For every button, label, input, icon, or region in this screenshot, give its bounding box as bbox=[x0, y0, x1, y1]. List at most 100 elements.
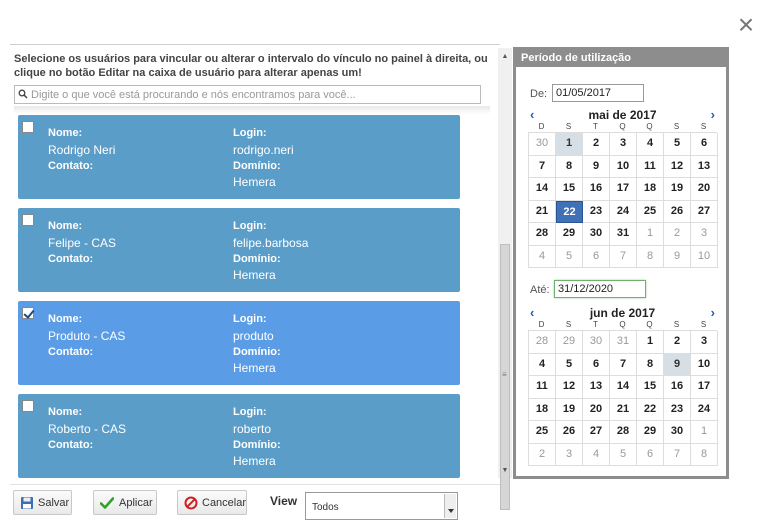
day-cell[interactable]: 29 bbox=[556, 223, 583, 246]
day-cell[interactable]: 13 bbox=[691, 155, 718, 178]
day-cell[interactable]: 24 bbox=[691, 398, 718, 421]
day-cell[interactable]: 7 bbox=[610, 353, 637, 376]
day-cell[interactable]: 31 bbox=[610, 223, 637, 246]
from-date-input[interactable] bbox=[552, 84, 644, 102]
cancel-button[interactable]: Cancelar bbox=[177, 490, 247, 515]
day-cell[interactable]: 30 bbox=[583, 331, 610, 354]
view-select[interactable]: Todos bbox=[305, 492, 458, 520]
day-cell[interactable]: 1 bbox=[691, 421, 718, 444]
day-cell[interactable]: 2 bbox=[664, 331, 691, 354]
save-button[interactable]: Salvar bbox=[13, 490, 72, 515]
day-cell[interactable]: 5 bbox=[556, 245, 583, 268]
day-cell[interactable]: 17 bbox=[610, 178, 637, 201]
day-cell[interactable]: 12 bbox=[556, 376, 583, 399]
day-cell[interactable]: 23 bbox=[583, 200, 610, 223]
day-cell[interactable]: 7 bbox=[529, 155, 556, 178]
prev-month-icon[interactable]: ‹ bbox=[530, 306, 534, 319]
day-cell[interactable]: 10 bbox=[691, 245, 718, 268]
day-cell[interactable]: 31 bbox=[610, 331, 637, 354]
day-cell[interactable]: 16 bbox=[583, 178, 610, 201]
day-cell[interactable]: 26 bbox=[664, 200, 691, 223]
day-cell[interactable]: 28 bbox=[529, 223, 556, 246]
day-cell[interactable]: 27 bbox=[583, 421, 610, 444]
day-cell[interactable]: 4 bbox=[637, 133, 664, 156]
day-cell[interactable]: 27 bbox=[691, 200, 718, 223]
day-cell[interactable]: 22 bbox=[637, 398, 664, 421]
day-cell[interactable]: 30 bbox=[583, 223, 610, 246]
day-cell[interactable]: 2 bbox=[664, 223, 691, 246]
day-cell[interactable]: 21 bbox=[610, 398, 637, 421]
day-cell[interactable]: 19 bbox=[556, 398, 583, 421]
day-cell[interactable]: 15 bbox=[556, 178, 583, 201]
day-cell[interactable]: 15 bbox=[637, 376, 664, 399]
day-cell[interactable]: 20 bbox=[583, 398, 610, 421]
user-card-2[interactable]: Nome: Produto - CAS Contato: Login: prod… bbox=[18, 301, 460, 385]
to-date-input[interactable] bbox=[554, 280, 646, 298]
scroll-down-arrow-icon[interactable]: ▼ bbox=[498, 464, 512, 478]
day-cell[interactable]: 8 bbox=[691, 443, 718, 466]
day-cell[interactable]: 8 bbox=[637, 353, 664, 376]
day-cell[interactable]: 11 bbox=[637, 155, 664, 178]
day-cell[interactable]: 6 bbox=[637, 443, 664, 466]
day-cell[interactable]: 4 bbox=[529, 245, 556, 268]
day-cell[interactable]: 13 bbox=[583, 376, 610, 399]
day-cell[interactable]: 1 bbox=[637, 223, 664, 246]
user-checkbox-checked[interactable] bbox=[22, 307, 34, 319]
day-cell[interactable]: 17 bbox=[691, 376, 718, 399]
day-cell[interactable]: 3 bbox=[610, 133, 637, 156]
user-card-0[interactable]: Nome: Rodrigo Neri Contato: Login: rodri… bbox=[18, 115, 460, 199]
day-cell[interactable]: 29 bbox=[556, 331, 583, 354]
day-cell[interactable]: 23 bbox=[664, 398, 691, 421]
day-cell[interactable]: 4 bbox=[529, 353, 556, 376]
day-cell[interactable]: 10 bbox=[691, 353, 718, 376]
user-list-scrollbar[interactable]: ▲ ≡ ▼ bbox=[498, 48, 512, 510]
day-cell[interactable]: 25 bbox=[529, 421, 556, 444]
day-cell[interactable]: 1 bbox=[556, 133, 583, 156]
day-cell[interactable]: 3 bbox=[691, 223, 718, 246]
next-month-icon[interactable]: › bbox=[711, 306, 715, 319]
day-cell[interactable]: 29 bbox=[637, 421, 664, 444]
day-cell[interactable]: 4 bbox=[583, 443, 610, 466]
day-cell[interactable]: 26 bbox=[556, 421, 583, 444]
day-cell[interactable]: 16 bbox=[664, 376, 691, 399]
day-cell[interactable]: 7 bbox=[610, 245, 637, 268]
day-cell[interactable]: 18 bbox=[529, 398, 556, 421]
day-cell[interactable]: 2 bbox=[529, 443, 556, 466]
day-cell[interactable]: 6 bbox=[691, 133, 718, 156]
day-cell[interactable]: 6 bbox=[583, 353, 610, 376]
day-cell[interactable]: 28 bbox=[529, 331, 556, 354]
day-cell[interactable]: 5 bbox=[664, 133, 691, 156]
user-card-1[interactable]: Nome: Felipe - CAS Contato: Login: felip… bbox=[18, 208, 460, 292]
day-cell[interactable]: 12 bbox=[664, 155, 691, 178]
day-cell[interactable]: 18 bbox=[637, 178, 664, 201]
day-cell[interactable]: 3 bbox=[691, 331, 718, 354]
day-cell[interactable]: 2 bbox=[583, 133, 610, 156]
search-input[interactable] bbox=[31, 87, 477, 102]
day-cell[interactable]: 6 bbox=[583, 245, 610, 268]
day-cell[interactable]: 1 bbox=[637, 331, 664, 354]
day-cell[interactable]: 25 bbox=[637, 200, 664, 223]
apply-button[interactable]: Aplicar bbox=[93, 490, 157, 515]
day-cell[interactable]: 30 bbox=[529, 133, 556, 156]
day-cell[interactable]: 14 bbox=[529, 178, 556, 201]
day-cell[interactable]: 8 bbox=[637, 245, 664, 268]
user-checkbox[interactable] bbox=[22, 214, 34, 226]
selected-day-cell[interactable]: 22 bbox=[556, 200, 583, 223]
day-cell[interactable]: 24 bbox=[610, 200, 637, 223]
close-icon[interactable]: × bbox=[734, 11, 758, 39]
day-cell[interactable]: 5 bbox=[610, 443, 637, 466]
day-cell[interactable]: 20 bbox=[691, 178, 718, 201]
prev-month-icon[interactable]: ‹ bbox=[530, 108, 534, 121]
day-cell[interactable]: 8 bbox=[556, 155, 583, 178]
day-cell[interactable]: 3 bbox=[556, 443, 583, 466]
day-cell[interactable]: 10 bbox=[610, 155, 637, 178]
user-checkbox[interactable] bbox=[22, 121, 34, 133]
day-cell[interactable]: 9 bbox=[583, 155, 610, 178]
day-cell[interactable]: 14 bbox=[610, 376, 637, 399]
day-cell[interactable]: 7 bbox=[664, 443, 691, 466]
day-cell[interactable]: 21 bbox=[529, 200, 556, 223]
day-cell[interactable]: 9 bbox=[664, 245, 691, 268]
day-cell[interactable]: 9 bbox=[664, 353, 691, 376]
next-month-icon[interactable]: › bbox=[711, 108, 715, 121]
scroll-up-arrow-icon[interactable]: ▲ bbox=[498, 50, 512, 64]
